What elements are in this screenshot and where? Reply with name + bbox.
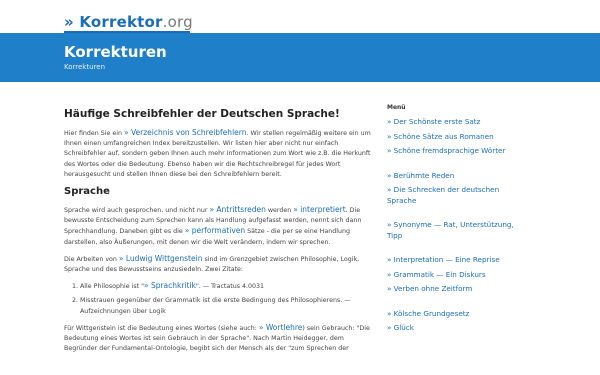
performativen-link[interactable]: » performativen [185,226,245,235]
menu-item-schoene-saetze[interactable]: » Schöne Sätze aus Romanen [387,132,527,143]
menu-group: » Synonyme — Rat, Unterstützung, Tipp [387,220,527,241]
menu-item-interpretation[interactable]: » Interpretation — Eine Reprise [387,255,527,266]
menu-group: » Kölsche Grundgesetz » Glück [387,309,527,334]
text: Misstrauen gegenüber der Grammatik ist d… [80,297,351,315]
wittgenstein-link[interactable]: » Ludwig Wittgenstein [119,254,203,263]
quote-item: Misstrauen gegenüber der Grammatik ist d… [80,296,371,316]
menu-title: Menü [387,104,406,111]
wortlehre-paragraph: Für Wittgenstein ist die Bedeutung eines… [64,323,371,355]
text: Alle Philosophie ist " [80,283,144,291]
breadcrumb[interactable]: Korrekturen [64,63,105,71]
antrittsreden-link[interactable]: » Antrittsreden [209,205,265,214]
menu-item-schrecken[interactable]: » Die Schrecken der deutschen Sprache [387,185,527,206]
logo-name: Korrektor [79,13,163,31]
menu-item-synonyme[interactable]: » Synonyme — Rat, Unterstützung, Tipp [387,220,527,241]
text: Sprache wird auch gesprochen, und nicht … [64,207,210,215]
top-bar: » Korrektor.org [0,0,600,33]
sprache-paragraph: Sprache wird auch gesprochen, und nicht … [64,205,371,248]
intro-text-2: . Wir stellen regelmäßig weitere ein um … [64,130,371,178]
intro-text-1: Hier finden Sie ein [64,130,125,137]
intro-paragraph: Hier finden Sie ein » Verzeichnis von Sc… [64,128,371,180]
menu-group: » Der Schönste erste Satz » Schöne Sätze… [387,117,527,157]
logo-chevron: » [64,13,74,31]
text: Für Wittgenstein ist die Bedeutung eines… [64,324,259,332]
menu-item-erster-satz[interactable]: » Der Schönste erste Satz [387,117,527,128]
text: werden [265,207,294,215]
menu-item-koelsche-grundgesetz[interactable]: » Kölsche Grundgesetz [387,309,527,320]
quote-list: Alle Philosophie ist "» Sprachkritik". —… [64,281,371,317]
menu-group: » Interpretation — Eine Reprise » Gramma… [387,255,527,295]
schreibfehler-link[interactable]: » Verzeichnis von Schreibfehlern [124,128,246,137]
menu-group: » Berühmte Reden » Die Schrecken der deu… [387,171,527,207]
page-header: Korrekturen Korrekturen [0,33,600,82]
main-content: Häufige Schreibfehler der Deutschen Spra… [64,108,371,360]
site-logo[interactable]: » Korrektor.org [64,13,193,31]
wortlehre-link[interactable]: » Wortlehre [259,323,303,332]
menu-item-glueck[interactable]: » Glück [387,323,527,334]
menu-item-verben[interactable]: » Verben ohne Zeitform [387,284,527,295]
text: Die Arbeiten von [64,255,119,263]
menu-item-beruehmte-reden[interactable]: » Berühmte Reden [387,171,527,182]
sidebar-menu: Menü » Der Schönste erste Satz » Schöne … [387,104,527,348]
section-heading: Sprache [64,186,110,198]
text: ". — Tractatus 4.0031 [195,283,265,291]
sprachkritik-link[interactable]: » Sprachkritik [144,281,196,290]
interpretiert-link[interactable]: » interpretiert [293,205,345,214]
page-title: Korrekturen [64,43,167,61]
menu-item-fremdsprachige-woerter[interactable]: » Schöne fremdsprachige Wörter [387,146,527,157]
article-heading: Häufige Schreibfehler der Deutschen Spra… [64,108,340,120]
menu-item-grammatik[interactable]: » Grammatik — Ein Diskurs [387,270,527,281]
logo-tld: .org [162,13,193,31]
wittgenstein-paragraph: Die Arbeiten von » Ludwig Wittgenstein s… [64,254,371,275]
quote-item: Alle Philosophie ist "» Sprachkritik". —… [80,281,371,292]
